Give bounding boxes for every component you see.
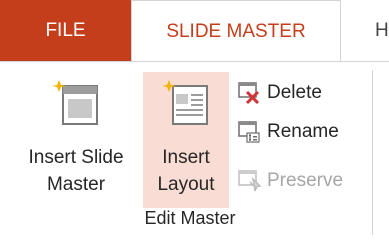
insert-layout-button[interactable]: Insert Layout (143, 72, 229, 208)
tab-home-partial[interactable]: H (375, 0, 389, 62)
tab-slide-master[interactable]: SLIDE MASTER (131, 0, 341, 62)
insert-slide-master-button[interactable]: Insert Slide Master (12, 72, 140, 208)
insert-slide-master-label-2: Master (46, 174, 106, 195)
preserve-button[interactable]: Preserve (237, 166, 367, 196)
delete-button[interactable]: Delete (237, 78, 367, 108)
ribbon-tab-strip: FILE SLIDE MASTER H (0, 0, 389, 62)
layout-sparkle-icon (162, 80, 208, 125)
delete-slide-icon (238, 82, 260, 105)
preserve-label: Preserve (267, 170, 344, 191)
slide-master-sparkle-icon (52, 80, 98, 125)
group-separator (372, 70, 373, 235)
rename-slide-icon (238, 121, 260, 143)
tab-file[interactable]: FILE (0, 0, 131, 62)
rename-label: Rename (267, 121, 339, 142)
delete-label: Delete (267, 82, 322, 103)
insert-layout-label-1: Insert (162, 147, 210, 168)
edit-master-group-label: Edit Master (144, 208, 236, 228)
insert-layout-label-2: Layout (157, 174, 215, 195)
rename-button[interactable]: Rename (237, 117, 367, 147)
preserve-pin-icon (238, 170, 261, 192)
insert-slide-master-label-1: Insert Slide (28, 147, 124, 168)
